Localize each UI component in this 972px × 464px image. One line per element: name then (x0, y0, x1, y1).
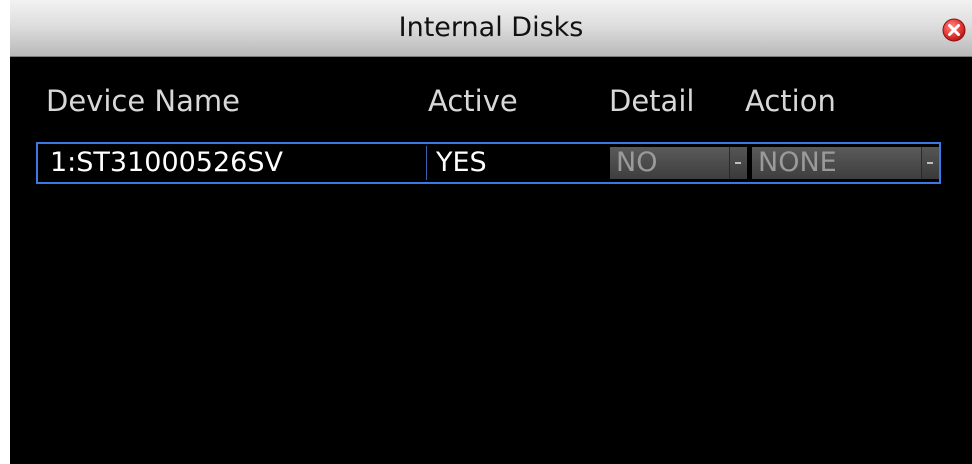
dropdown-arrow-icon[interactable] (729, 147, 747, 179)
column-header-device-name: Device Name (46, 84, 240, 118)
column-header-action: Action (745, 84, 836, 118)
close-icon[interactable] (942, 18, 966, 42)
internal-disks-dialog: Internal Disks Device Name Active Detail… (10, 0, 972, 464)
detail-select-value: NO (616, 147, 658, 178)
action-select[interactable]: NONE (752, 147, 939, 179)
action-select-value: NONE (758, 147, 837, 178)
close-icon-graphic (942, 18, 966, 42)
active-cell: YES (436, 147, 487, 178)
dropdown-arrow-icon[interactable] (921, 147, 939, 179)
column-header-detail: Detail (609, 84, 695, 118)
detail-select[interactable]: NO (610, 147, 747, 179)
device-name-cell: 1:ST31000526SV (40, 146, 427, 180)
dialog-title: Internal Disks (398, 12, 584, 43)
column-header-active: Active (428, 84, 518, 118)
title-bar: Internal Disks (10, 0, 972, 57)
table-row[interactable]: 1:ST31000526SV YES NO NONE (36, 142, 941, 184)
